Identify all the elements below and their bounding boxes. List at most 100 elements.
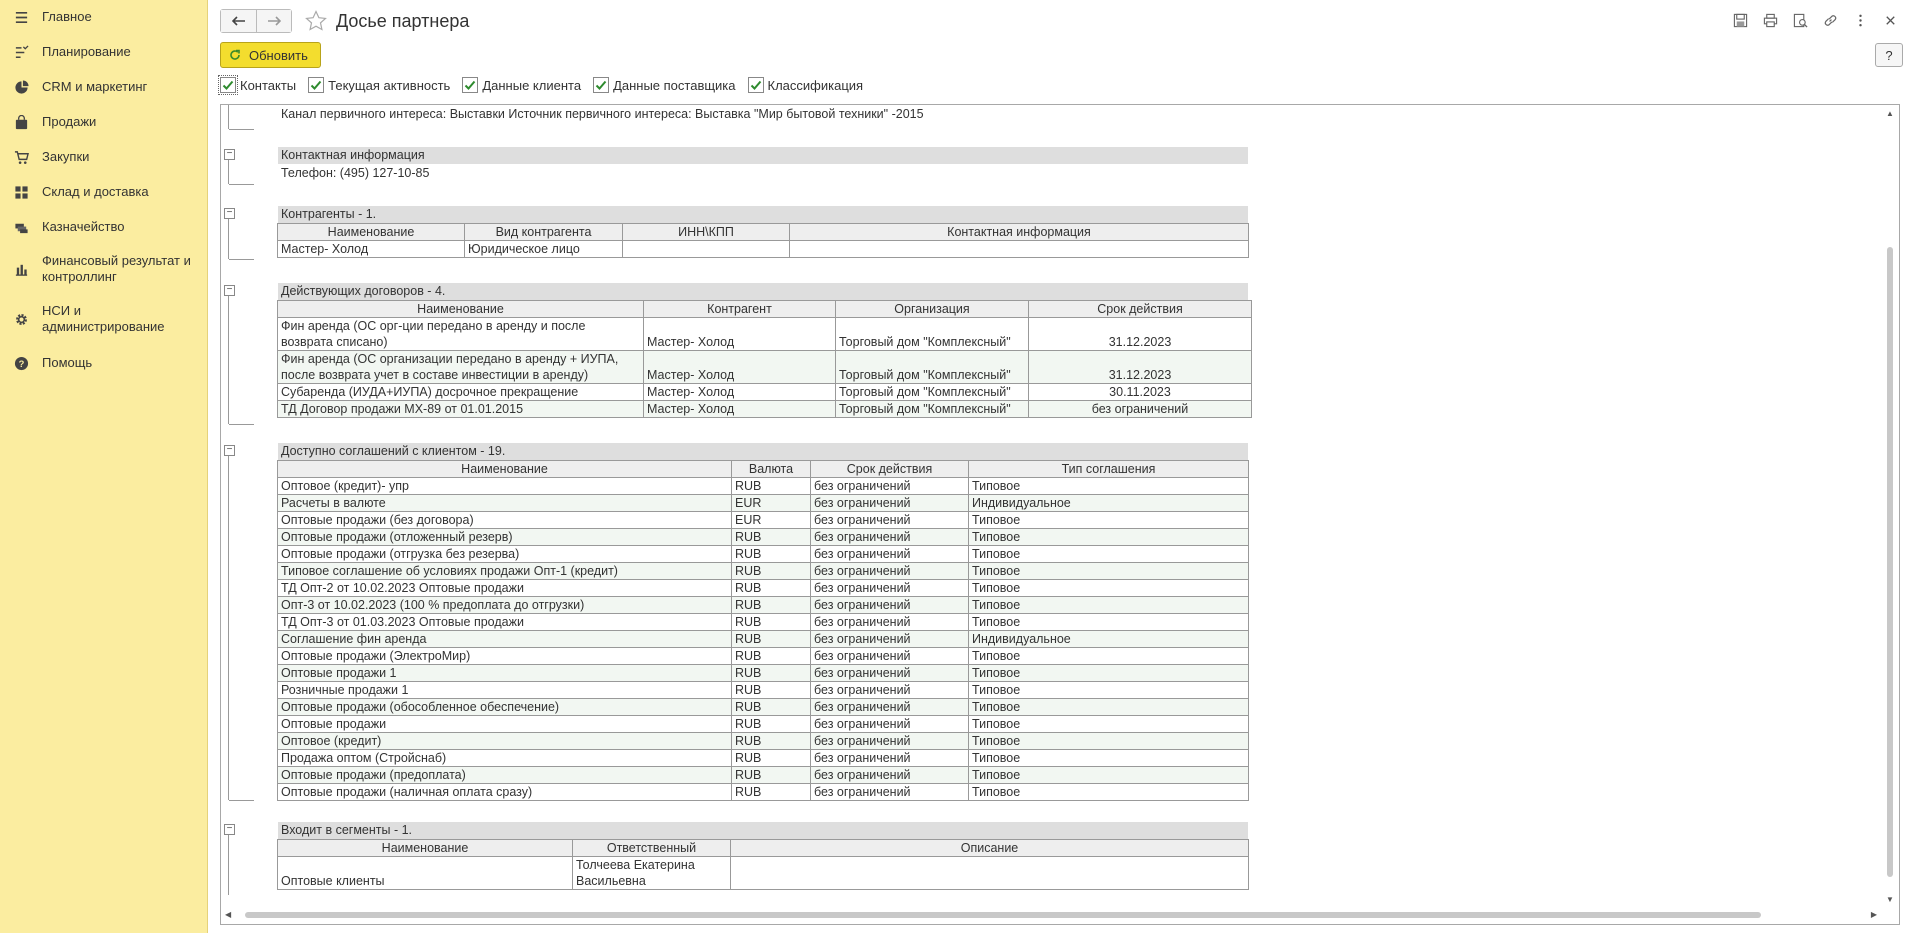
table-cell: Мастер- Холод bbox=[643, 350, 836, 384]
agreements-table: Наименование Валюта Срок действия Тип согла… bbox=[277, 460, 1249, 801]
sidebar-item[interactable]: CRM и маркетинг bbox=[0, 78, 208, 96]
table-cell: Типовое bbox=[968, 596, 1249, 614]
table-row[interactable]: Оптовые продажи 1 RUB без ограничений Типов… bbox=[277, 664, 1249, 682]
refresh-button[interactable]: Обновить bbox=[220, 42, 321, 68]
print-button[interactable] bbox=[1755, 10, 1785, 30]
table-cell: без ограничений bbox=[810, 528, 969, 546]
vertical-scrollbar[interactable]: ▲ ▼ bbox=[1881, 105, 1899, 906]
close-button[interactable] bbox=[1875, 10, 1905, 30]
table-cell: RUB bbox=[731, 477, 811, 495]
column-header: Наименование bbox=[277, 223, 465, 241]
table-cell: без ограничений bbox=[810, 681, 969, 699]
scroll-up-icon[interactable]: ▲ bbox=[1886, 109, 1894, 118]
checkbox-icon[interactable] bbox=[308, 77, 325, 93]
collapse-contracts-icon[interactable]: − bbox=[224, 285, 235, 296]
sidebar-item-label: CRM и маркетинг bbox=[42, 79, 148, 94]
collapse-agreements-icon[interactable]: − bbox=[224, 445, 235, 456]
table-row[interactable]: Оптовые продажи (обособленное обеспечени… bbox=[277, 698, 1249, 716]
forward-button[interactable] bbox=[256, 10, 291, 32]
preview-icon bbox=[1793, 13, 1808, 28]
table-row[interactable]: Типовое соглашение об условиях продажи О… bbox=[277, 562, 1249, 580]
column-header: Наименование bbox=[277, 460, 732, 478]
table-cell: Оптовые продажи (ЭлектроМир) bbox=[277, 647, 732, 665]
table-row[interactable]: ТД Опт-3 от 01.03.2023 Оптовые продажи RU… bbox=[277, 613, 1249, 631]
table-cell: без ограничений bbox=[810, 664, 969, 682]
table-row[interactable]: Оптовые клиенты Толчеева Екатерина Василь… bbox=[277, 856, 1249, 890]
checkbox-icon[interactable] bbox=[462, 77, 479, 93]
table-cell: RUB bbox=[731, 630, 811, 648]
filter-checkbox[interactable]: Данные клиента bbox=[462, 77, 581, 93]
back-button[interactable] bbox=[221, 10, 256, 32]
help-button[interactable]: ? bbox=[1875, 43, 1903, 67]
sidebar-item[interactable]: Закупки bbox=[0, 148, 208, 166]
table-row[interactable]: Оптовое (кредит)- упр RUB без ограничений Т… bbox=[277, 477, 1249, 495]
table-row[interactable]: Субаренда (ИУДА+ИУПА) досрочное прекраще… bbox=[277, 383, 1252, 401]
group-bracket bbox=[228, 219, 254, 260]
checkbox-icon[interactable] bbox=[593, 77, 610, 93]
sidebar-item[interactable]: Казначейство bbox=[0, 218, 208, 236]
table-row[interactable]: ТД Опт-2 от 10.02.2023 Оптовые продажи RU… bbox=[277, 579, 1249, 597]
more-button[interactable] bbox=[1845, 10, 1875, 30]
sidebar-item[interactable]: НСИ и администрирование bbox=[0, 303, 208, 335]
group-bracket bbox=[228, 160, 254, 185]
table-row[interactable]: Оптовые продажи (отгрузка без резерва) RU… bbox=[277, 545, 1249, 563]
checkbox-icon[interactable] bbox=[747, 77, 764, 93]
horizontal-scroll-thumb[interactable] bbox=[245, 912, 1761, 918]
table-cell: Типовое bbox=[968, 613, 1249, 631]
filter-label: Данные клиента bbox=[482, 77, 582, 93]
checkbox-icon[interactable] bbox=[218, 75, 238, 95]
window-toolbar bbox=[1725, 10, 1905, 30]
table-row[interactable]: Продажа оптом (Стройснаб) RUB без ограниче… bbox=[277, 749, 1249, 767]
save-button[interactable] bbox=[1725, 10, 1755, 30]
column-header: Описание bbox=[730, 839, 1249, 857]
filter-checkbox[interactable]: Классификация bbox=[747, 77, 863, 93]
favorite-star-icon[interactable] bbox=[304, 9, 328, 33]
table-row[interactable]: Соглашение фин аренда RUB без ограничений И… bbox=[277, 630, 1249, 648]
checkmark-icon bbox=[750, 80, 761, 90]
scroll-left-icon[interactable]: ◀ bbox=[225, 910, 231, 919]
group-bracket bbox=[228, 456, 254, 801]
horizontal-scrollbar[interactable]: ◀ ▶ bbox=[221, 906, 1899, 924]
table-row[interactable]: Мастер- Холод Юридическое лицо bbox=[277, 240, 1249, 258]
table-row[interactable]: Оптовые продажи RUB без ограничений Типовое bbox=[277, 715, 1249, 733]
table-cell: RUB bbox=[731, 749, 811, 767]
table-row[interactable]: Оптовые продажи (предоплата) RUB без огран… bbox=[277, 766, 1249, 784]
print-icon bbox=[1763, 13, 1777, 27]
sidebar-item[interactable]: Планирование bbox=[0, 43, 208, 61]
arrow-right-icon bbox=[268, 16, 281, 26]
table-cell bbox=[622, 240, 790, 258]
sidebar-item[interactable]: Финансовый результат и контроллинг bbox=[0, 253, 208, 285]
table-cell: без ограничений bbox=[810, 766, 969, 784]
vertical-scroll-thumb[interactable] bbox=[1887, 247, 1893, 877]
table-cell: Типовое bbox=[968, 681, 1249, 699]
sidebar-item[interactable]: Склад и доставка bbox=[0, 183, 208, 201]
table-row[interactable]: Фин аренда (ОС организации передано в ар… bbox=[277, 350, 1252, 384]
sidebar-item[interactable]: Продажи bbox=[0, 113, 208, 131]
bar-chart-icon bbox=[12, 260, 30, 278]
table-cell: RUB bbox=[731, 715, 811, 733]
sidebar-item[interactable]: Главное bbox=[0, 8, 208, 26]
table-row[interactable]: Расчеты в валюте EUR без ограничений Индиви… bbox=[277, 494, 1249, 512]
report-pane[interactable]: Канал первичного интереса: Выставки Исто… bbox=[220, 104, 1900, 925]
table-row[interactable]: Опт-3 от 10.02.2023 (100 % предоплата до… bbox=[277, 596, 1249, 614]
scroll-right-icon[interactable]: ▶ bbox=[1871, 910, 1877, 919]
collapse-counterparties-icon[interactable]: − bbox=[224, 208, 235, 219]
table-row[interactable]: Оптовые продажи (наличная оплата сразу) R… bbox=[277, 783, 1249, 801]
link-button[interactable] bbox=[1815, 10, 1845, 30]
table-row[interactable]: Оптовое (кредит) RUB без ограничений Типово… bbox=[277, 732, 1249, 750]
table-row[interactable]: Оптовые продажи (ЭлектроМир) RUB без огран… bbox=[277, 647, 1249, 665]
sidebar-item[interactable]: ? Помощь bbox=[0, 354, 208, 372]
table-row[interactable]: Оптовые продажи (без договора) EUR без огр… bbox=[277, 511, 1249, 529]
collapse-segments-icon[interactable]: − bbox=[224, 824, 235, 835]
table-row[interactable]: ТД Договор продажи МХ-89 от 01.01.2015 Ма… bbox=[277, 400, 1252, 418]
filter-checkbox[interactable]: Данные поставщика bbox=[593, 77, 736, 93]
scroll-down-icon[interactable]: ▼ bbox=[1886, 895, 1894, 904]
filter-checkbox[interactable]: Текущая активность bbox=[308, 77, 450, 93]
table-row[interactable]: Розничные продажи 1 RUB без ограничений Тип… bbox=[277, 681, 1249, 699]
table-cell: RUB bbox=[731, 613, 811, 631]
table-row[interactable]: Оптовые продажи (отложенный резерв) RUB бе… bbox=[277, 528, 1249, 546]
table-row[interactable]: Фин аренда (ОС орг-ции передано в аренду… bbox=[277, 317, 1252, 351]
preview-button[interactable] bbox=[1785, 10, 1815, 30]
filter-checkbox[interactable]: Контакты bbox=[218, 75, 296, 95]
collapse-contact-icon[interactable]: − bbox=[224, 149, 235, 160]
